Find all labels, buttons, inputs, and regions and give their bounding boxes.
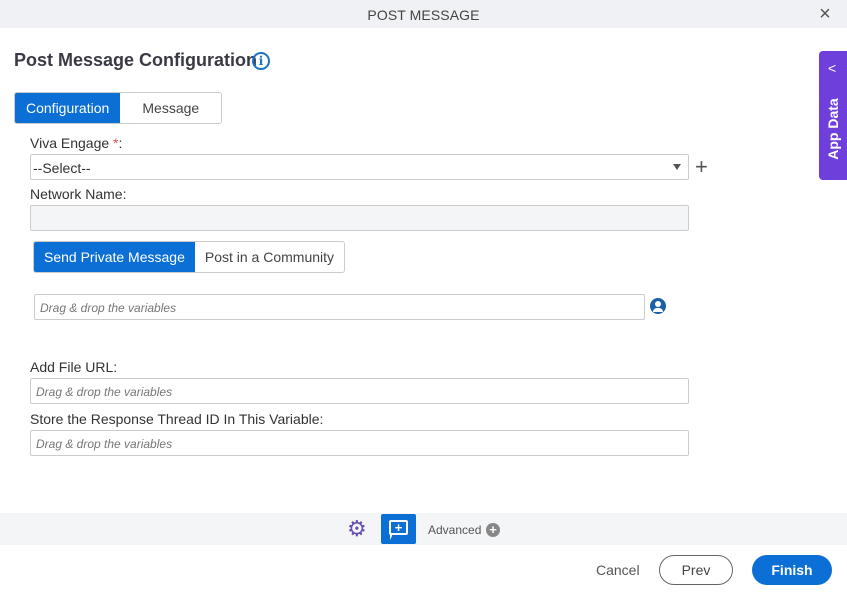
file-url-placeholder: Drag & drop the variables (36, 385, 173, 399)
gear-icon[interactable]: ⚙ (347, 518, 367, 540)
file-url-label: Add File URL: (30, 359, 118, 375)
viva-engage-label: Viva Engage *: (30, 135, 122, 151)
tab-message[interactable]: Message (120, 93, 222, 123)
network-name-label: Network Name: (30, 186, 127, 202)
file-url-input[interactable]: Drag & drop the variables (30, 378, 689, 404)
dropdown-arrow-icon (673, 164, 681, 170)
tab-post-in-community[interactable]: Post in a Community (194, 242, 345, 272)
app-data-label: App Data (825, 98, 841, 160)
main-tabs: Configuration Message (14, 92, 223, 124)
app-data-panel-toggle[interactable]: < App Data (819, 51, 847, 180)
prev-button[interactable]: Prev (659, 555, 733, 585)
close-icon[interactable]: × (815, 4, 835, 24)
window-title: POST MESSAGE (367, 7, 480, 23)
advanced-bar (0, 513, 847, 545)
advanced-plus-icon[interactable]: + (486, 523, 500, 537)
message-plus-icon: + (389, 520, 408, 535)
finish-button[interactable]: Finish (752, 555, 832, 585)
viva-engage-label-text: Viva Engage (30, 135, 114, 151)
thread-id-input[interactable]: Drag & drop the variables (30, 430, 689, 456)
add-note-button[interactable]: + (381, 514, 416, 544)
thread-id-label: Store the Response Thread ID In This Var… (30, 411, 324, 427)
page-title: Post Message Configuration (14, 50, 258, 70)
message-type-tabs: Send Private Message Post in a Community (33, 241, 346, 273)
network-name-field[interactable] (30, 205, 689, 231)
label-colon: : (118, 135, 123, 151)
viva-engage-selected-value: --Select-- (33, 160, 91, 176)
tab-configuration[interactable]: Configuration (15, 93, 121, 123)
chevron-left-icon: < (828, 60, 837, 76)
cancel-button[interactable]: Cancel (596, 562, 640, 578)
tab-send-private-message[interactable]: Send Private Message (34, 242, 195, 272)
viva-engage-select[interactable]: --Select-- (30, 154, 689, 180)
thread-id-placeholder: Drag & drop the variables (36, 437, 173, 451)
title-bar: POST MESSAGE × (0, 0, 847, 28)
user-picker-icon[interactable] (650, 298, 666, 314)
info-icon[interactable]: i (252, 52, 270, 70)
add-icon[interactable]: + (695, 156, 708, 178)
advanced-label[interactable]: Advanced (428, 523, 481, 537)
recipient-placeholder: Drag & drop the variables (40, 301, 177, 315)
bubble-tail (390, 534, 392, 540)
recipient-input[interactable]: Drag & drop the variables (34, 294, 645, 320)
